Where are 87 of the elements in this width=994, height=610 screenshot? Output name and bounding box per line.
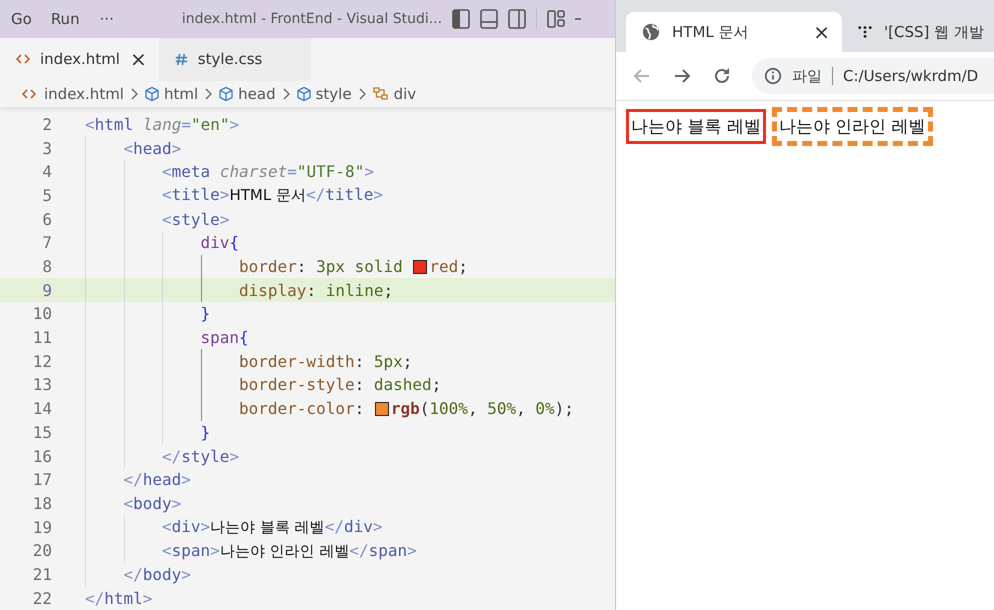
breadcrumb-item[interactable]: style <box>316 84 352 103</box>
editor-tab[interactable]: style.css <box>158 38 311 81</box>
line-number: 11 <box>32 328 52 348</box>
line-number: 13 <box>32 375 52 394</box>
code-line: } <box>200 304 210 324</box>
code-line: span{ <box>200 328 249 348</box>
line-number: 17 <box>32 470 52 490</box>
code-line: <meta charset="UTF-8"> <box>162 162 374 182</box>
line-number: 18 <box>32 494 52 513</box>
toggle-panel-icon <box>480 8 498 29</box>
toggle-sidebar-icon <box>452 8 470 29</box>
code-line: <title>HTML 문서</title> <box>162 185 384 206</box>
line-number: 10 <box>32 304 52 324</box>
toggle-secondary-sidebar-icon <box>508 8 526 29</box>
line-number: 7 <box>41 233 52 252</box>
window-title: index.html - FrontEnd - Visual Studi... <box>182 10 442 27</box>
tab-label: style.css <box>198 50 262 68</box>
line-number: 12 <box>32 352 52 371</box>
line-number: 8 <box>41 257 52 276</box>
reload-icon <box>712 66 732 86</box>
code-line: div{ <box>200 233 240 252</box>
cube-icon <box>296 86 312 102</box>
info-icon <box>764 67 782 85</box>
code-line: <body> <box>124 494 182 513</box>
line-number: 6 <box>41 210 52 229</box>
line-number: 21 <box>32 564 52 584</box>
menu-item[interactable]: ··· <box>100 10 114 28</box>
line-number: 15 <box>32 422 52 442</box>
code-line: </body> <box>124 564 191 584</box>
code-line: <div>나는야 블록 레벨</div> <box>162 517 383 538</box>
chevron-icon <box>358 88 366 100</box>
globe-icon <box>642 23 660 41</box>
menu-item[interactable]: Run <box>50 10 80 28</box>
angle-brackets-icon <box>22 88 36 100</box>
cube-icon <box>218 86 234 102</box>
scheme-label: 파일 <box>792 66 822 86</box>
block-text: 나는야 블록 레벨 <box>626 109 766 144</box>
line-number: 2 <box>41 114 52 134</box>
line-number: 20 <box>32 541 52 560</box>
code-line: } <box>200 422 210 442</box>
tab-title: '[CSS] 웹 개발 <box>884 22 984 42</box>
line-number: 4 <box>41 162 52 182</box>
chevron-icon <box>204 88 212 100</box>
dots-icon <box>858 25 872 39</box>
line-number: 3 <box>41 138 52 158</box>
code-text: border-color: <box>239 399 366 418</box>
code-line: <html lang="en"> <box>85 114 240 134</box>
close-icon[interactable]: × <box>813 20 830 44</box>
code-line: </style> <box>162 446 240 466</box>
angle-brackets-icon <box>16 53 30 66</box>
tab-title: HTML 문서 <box>672 22 750 42</box>
line-number: 19 <box>32 518 52 537</box>
code-line: <span>나는야 인라인 레벨</span> <box>162 540 417 561</box>
line-number: 9 <box>41 280 52 300</box>
code-line: </html> <box>85 588 152 608</box>
hash-icon <box>174 52 188 66</box>
browser-tab[interactable]: HTML 문서 × <box>626 12 842 52</box>
url-text: C:/Users/wkrdm/D <box>843 67 978 85</box>
layout-icon <box>547 8 566 29</box>
minimize-icon <box>575 18 582 20</box>
breadcrumb-item[interactable]: html <box>164 84 198 103</box>
address-bar[interactable]: 파일 C:/Users/wkrdm/D <box>752 58 994 94</box>
inline-text: 나는야 인라인 레벨 <box>772 107 933 146</box>
code-line: <style> <box>162 210 230 229</box>
browser-tab[interactable]: '[CSS] 웹 개발 <box>842 12 994 52</box>
chevron-icon <box>130 88 138 100</box>
line-number: 22 <box>32 588 52 608</box>
code-line: </head> <box>124 470 191 490</box>
breadcrumb-item[interactable]: index.html <box>44 84 124 103</box>
chevron-icon <box>282 88 290 100</box>
breadcrumb-item[interactable]: div <box>394 84 416 103</box>
code-text: rgb(100%, 50%, 0%); <box>390 399 574 418</box>
structure-icon <box>372 86 390 102</box>
line-number: 14 <box>32 399 52 418</box>
tab-label: index.html <box>40 50 120 68</box>
line-number: 5 <box>41 186 52 205</box>
code-text: border: 3px solid <box>239 257 404 276</box>
close-icon[interactable]: × <box>130 47 147 72</box>
code-text: red; <box>429 257 468 276</box>
code-line: border-style: dashed; <box>239 375 442 394</box>
breadcrumb-item[interactable]: head <box>238 84 276 103</box>
code-line: <head> <box>124 138 182 158</box>
cube-icon <box>144 86 160 102</box>
code-line: display: inline; <box>239 280 394 300</box>
line-number: 16 <box>32 446 52 466</box>
code-line: border-width: 5px; <box>239 352 412 371</box>
menu-item[interactable]: Go <box>11 10 32 28</box>
